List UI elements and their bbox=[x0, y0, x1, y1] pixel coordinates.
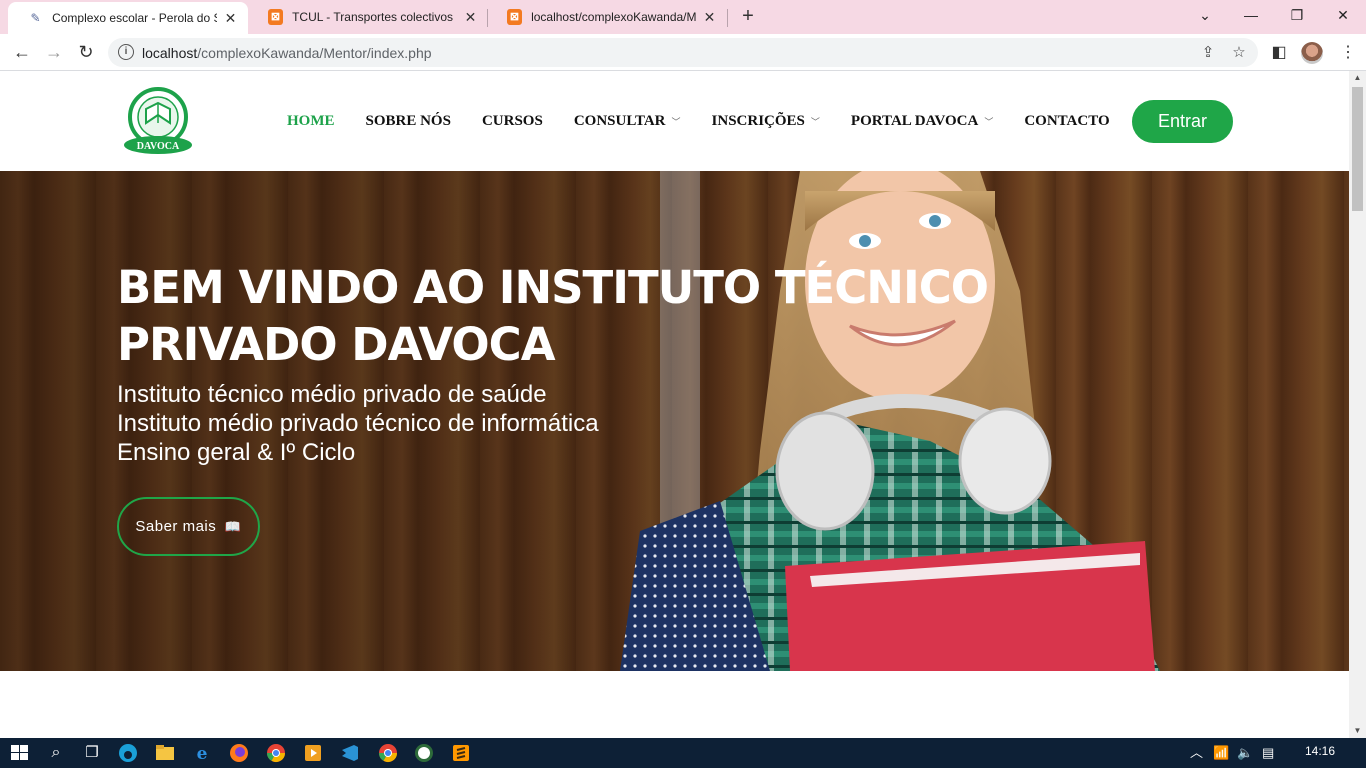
xampp-icon: ⊠ bbox=[268, 9, 284, 25]
site-header: DAVOCA HOME SOBRE NÓS CURSOS CONSULTAR ﹀ … bbox=[0, 71, 1349, 171]
firefox-icon[interactable] bbox=[227, 742, 251, 764]
media-player-icon[interactable] bbox=[301, 742, 325, 764]
new-tab-button[interactable]: + bbox=[737, 5, 759, 27]
chevron-down-icon: ﹀ bbox=[671, 117, 681, 128]
page-scrollbar[interactable]: ▲ ▼ bbox=[1349, 71, 1366, 738]
search-icon[interactable]: ⌕ bbox=[44, 742, 68, 764]
browser-toolbar: ← → ↻ i localhost/complexoKawanda/Mentor… bbox=[0, 34, 1366, 71]
task-view-icon[interactable]: ❐ bbox=[80, 742, 104, 764]
windows-start-icon[interactable] bbox=[8, 742, 32, 764]
nav-cursos[interactable]: CURSOS bbox=[482, 113, 543, 130]
tab-title: TCUL - Transportes colectivos urb bbox=[292, 10, 457, 24]
tab-title: localhost/complexoKawanda/Me bbox=[531, 10, 696, 24]
volume-icon[interactable]: 🔈 bbox=[1237, 744, 1253, 762]
browser-tab-2[interactable]: ⊠ TCUL - Transportes colectivos urb ✕ bbox=[248, 0, 488, 34]
taskbar-clock[interactable]: 14:16 bbox=[1305, 744, 1335, 758]
internet-explorer-icon[interactable]: e bbox=[190, 742, 214, 764]
bookmark-star-icon[interactable]: ☆ bbox=[1229, 43, 1249, 63]
tab-title: Complexo escolar - Perola do Sal bbox=[52, 11, 217, 25]
address-bar[interactable]: i localhost/complexoKawanda/Mentor/index… bbox=[108, 38, 1258, 67]
main-navigation: HOME SOBRE NÓS CURSOS CONSULTAR ﹀ INSCRIÇ… bbox=[287, 71, 1141, 171]
notifications-icon[interactable]: ▤ bbox=[1262, 744, 1274, 762]
document-icon: ✎ bbox=[30, 11, 41, 25]
scrollbar-thumb[interactable] bbox=[1352, 87, 1363, 211]
tray-expand-icon[interactable]: ︿ bbox=[1190, 744, 1203, 762]
svg-text:e: e bbox=[197, 744, 208, 764]
nav-portal-davoca[interactable]: PORTAL DAVOCA ﹀ bbox=[851, 113, 993, 130]
scroll-down-arrow-icon[interactable]: ▼ bbox=[1349, 724, 1366, 738]
forward-button[interactable]: → bbox=[42, 41, 66, 65]
hero-subtitle-line: Instituto médio privado técnico de infor… bbox=[117, 410, 599, 437]
hero-section: BEM VINDO AO INSTITUTO TÉCNICO PRIVADO D… bbox=[0, 171, 1349, 671]
browser-tab-3[interactable]: ⊠ localhost/complexoKawanda/Me ✕ bbox=[487, 0, 727, 34]
hero-subtitle-line: Instituto técnico médio privado de saúde bbox=[117, 381, 547, 408]
chrome-active-icon[interactable] bbox=[376, 742, 400, 764]
svg-text:DAVOCA: DAVOCA bbox=[137, 141, 180, 152]
menu-kebab-icon[interactable]: ⋮ bbox=[1338, 42, 1358, 64]
nav-contacto[interactable]: CONTACTO bbox=[1024, 113, 1109, 130]
back-button[interactable]: ← bbox=[10, 41, 34, 65]
nav-consultar[interactable]: CONSULTAR ﹀ bbox=[574, 113, 681, 130]
student-photo bbox=[620, 171, 1160, 671]
login-button[interactable]: Entrar bbox=[1132, 100, 1233, 143]
close-tab-icon[interactable]: ✕ bbox=[223, 10, 238, 27]
book-icon: 📖 bbox=[224, 519, 242, 534]
close-tab-icon[interactable]: ✕ bbox=[463, 9, 478, 26]
hero-subtitle-line: Ensino geral & Iº Ciclo bbox=[117, 439, 356, 466]
close-window-button[interactable]: ✕ bbox=[1320, 0, 1366, 32]
edge-icon[interactable] bbox=[116, 742, 140, 764]
url-text[interactable]: localhost/complexoKawanda/Mentor/index.p… bbox=[142, 45, 432, 61]
minimize-button[interactable]: — bbox=[1228, 0, 1274, 32]
share-icon[interactable]: ⇪ bbox=[1198, 43, 1218, 63]
profile-avatar[interactable] bbox=[1301, 42, 1323, 64]
tab-strip: ✎ Complexo escolar - Perola do Sal ✕ ⊠ T… bbox=[0, 0, 1366, 34]
windows-taskbar: ⌕ ❐ e ︿ 📶 🔈 ▤ 14:16 bbox=[0, 738, 1366, 768]
sublime-text-icon[interactable] bbox=[449, 742, 473, 764]
saber-mais-button[interactable]: Saber mais 📖 bbox=[117, 497, 260, 556]
file-explorer-icon[interactable] bbox=[153, 742, 177, 764]
nav-sobre-nos[interactable]: SOBRE NÓS bbox=[366, 113, 451, 130]
nav-home[interactable]: HOME bbox=[287, 113, 335, 130]
maximize-button[interactable]: ❐ bbox=[1274, 0, 1320, 32]
tab-search-icon[interactable]: ⌄ bbox=[1182, 0, 1228, 32]
hero-subtitles: Instituto técnico médio privado de saúde… bbox=[117, 380, 599, 467]
page-viewport: DAVOCA HOME SOBRE NÓS CURSOS CONSULTAR ﹀ … bbox=[0, 71, 1349, 738]
browser-tab-1[interactable]: ✎ Complexo escolar - Perola do Sal ✕ bbox=[8, 2, 248, 34]
close-tab-icon[interactable]: ✕ bbox=[702, 9, 717, 26]
network-icon[interactable]: 📶 bbox=[1213, 744, 1229, 762]
xampp-icon: ⊠ bbox=[507, 9, 523, 25]
davoca-logo[interactable]: DAVOCA bbox=[121, 87, 195, 155]
app-his-icon[interactable] bbox=[412, 742, 436, 764]
chevron-down-icon: ﹀ bbox=[810, 117, 820, 128]
scroll-up-arrow-icon[interactable]: ▲ bbox=[1349, 71, 1366, 85]
tab-separator bbox=[727, 9, 728, 27]
site-info-icon[interactable]: i bbox=[118, 44, 134, 60]
vscode-icon[interactable] bbox=[338, 742, 362, 764]
chrome-icon[interactable] bbox=[264, 742, 288, 764]
nav-inscricoes[interactable]: INSCRIÇÕES ﹀ bbox=[712, 113, 820, 130]
side-panel-icon[interactable]: ◧ bbox=[1268, 42, 1290, 64]
hero-title: BEM VINDO AO INSTITUTO TÉCNICO PRIVADO D… bbox=[117, 261, 989, 371]
reload-button[interactable]: ↻ bbox=[74, 41, 98, 65]
chevron-down-icon: ﹀ bbox=[984, 117, 994, 128]
